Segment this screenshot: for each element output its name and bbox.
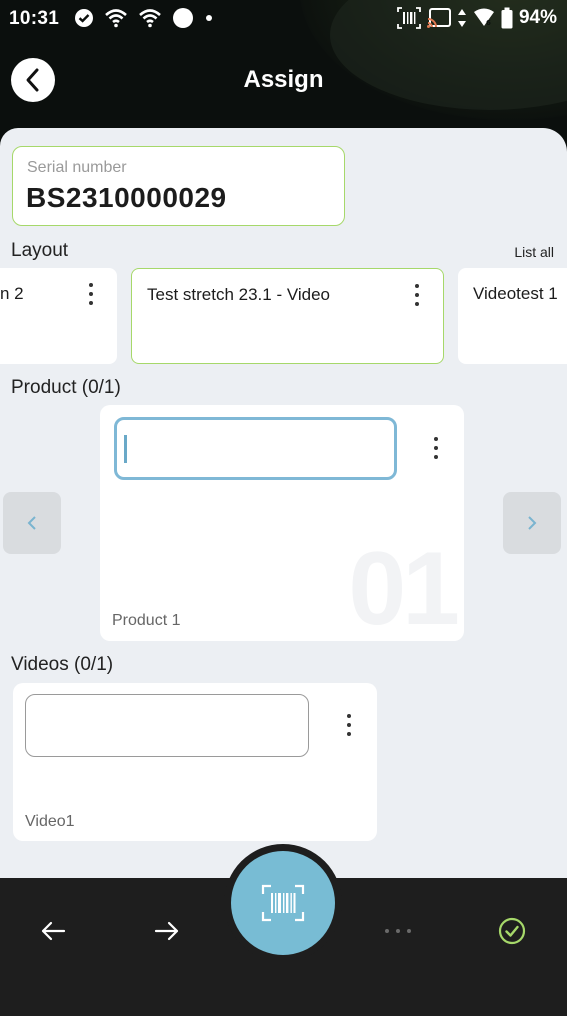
serial-number-label: Serial number xyxy=(27,159,127,176)
battery-percent: 94% xyxy=(518,7,557,28)
svg-text:6: 6 xyxy=(486,19,491,27)
data-arrows-icon xyxy=(457,9,466,27)
product-card: 01 Product 1 xyxy=(100,405,464,641)
serial-number-field[interactable]: Serial number BS2310000029 xyxy=(12,146,345,226)
product-index-watermark: 01 xyxy=(348,531,460,641)
product-section-label: Product (0/1) xyxy=(11,377,121,398)
previous-product-button[interactable] xyxy=(3,492,61,554)
product-input[interactable] xyxy=(114,417,397,480)
more-vertical-icon[interactable] xyxy=(410,284,424,306)
dot-icon xyxy=(206,15,212,21)
layout-card-name: Test stretch 23.1 - Video xyxy=(147,285,331,304)
layout-card[interactable]: Videotest 1 xyxy=(458,268,567,364)
more-vertical-icon[interactable] xyxy=(429,437,443,459)
check-circle-icon xyxy=(75,9,93,27)
layout-card-selected[interactable]: Test stretch 23.1 - Video xyxy=(131,268,444,364)
video-card: Video1 xyxy=(13,683,377,841)
more-vertical-icon[interactable] xyxy=(342,714,356,736)
more-button[interactable] xyxy=(378,911,418,951)
layout-section-label: Layout xyxy=(11,240,69,261)
assign-form: Serial number BS2310000029 Layout List a… xyxy=(0,128,567,888)
serial-number-value: BS2310000029 xyxy=(26,182,227,213)
wifi-icon xyxy=(139,9,161,28)
wifi-6-icon: 6 xyxy=(473,8,494,27)
layout-card-name: Videotest 1 xyxy=(473,284,558,303)
barcode-icon xyxy=(397,7,421,29)
text-cursor xyxy=(124,435,127,463)
layout-card[interactable]: n 2 xyxy=(0,268,117,364)
arrow-left-icon xyxy=(41,921,66,941)
circle-icon xyxy=(173,8,193,28)
page-title: Assign xyxy=(243,66,324,93)
product-caption: Product 1 xyxy=(112,612,181,629)
more-vertical-icon[interactable] xyxy=(84,283,98,305)
list-all-link[interactable]: List all xyxy=(514,244,554,260)
barcode-scan-icon xyxy=(261,884,305,922)
chevron-right-icon xyxy=(528,516,537,530)
check-circle-icon xyxy=(498,917,526,945)
battery-icon xyxy=(501,7,513,29)
status-bar: 10:31 6 94% xyxy=(0,0,567,38)
status-time: 10:31 xyxy=(9,8,60,29)
cast-icon xyxy=(426,8,451,28)
videos-section-label: Videos (0/1) xyxy=(11,654,114,675)
scan-barcode-button[interactable] xyxy=(231,851,335,955)
next-product-button[interactable] xyxy=(503,492,561,554)
more-horizontal-icon xyxy=(385,929,411,933)
video-caption: Video1 xyxy=(25,813,75,830)
layout-card-name: n 2 xyxy=(0,284,24,303)
next-button[interactable] xyxy=(147,911,187,951)
previous-button[interactable] xyxy=(33,911,73,951)
confirm-button[interactable] xyxy=(492,911,532,951)
video-input[interactable] xyxy=(25,694,309,757)
wifi-icon xyxy=(105,9,127,28)
arrow-right-icon xyxy=(154,921,179,941)
chevron-left-icon xyxy=(27,516,36,530)
